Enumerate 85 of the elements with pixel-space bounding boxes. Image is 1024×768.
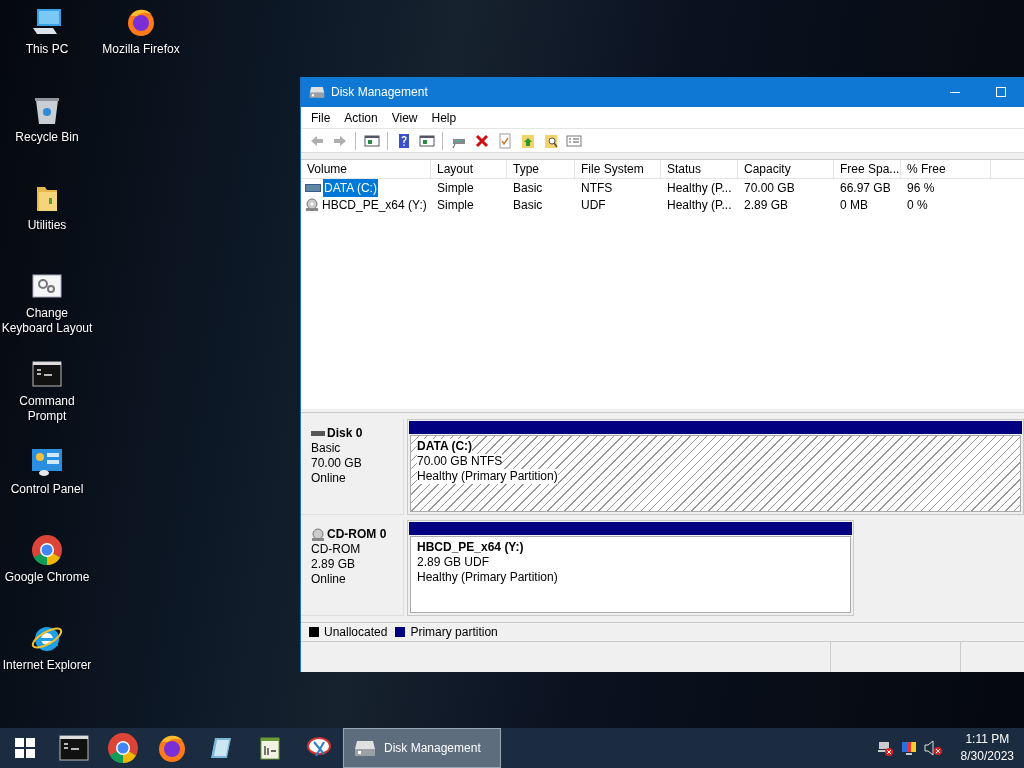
disk-label-panel[interactable]: Disk 0 Basic 70.00 GB Online: [301, 419, 404, 515]
checked-document-icon[interactable]: [496, 132, 513, 149]
disc-icon: [311, 527, 325, 542]
disk-drive-icon: [354, 739, 376, 757]
desktop-icon-label[interactable]: Internet Explorer: [2, 658, 92, 673]
chrome-icon: [106, 732, 139, 764]
partition-status: Healthy (Primary Partition): [417, 570, 558, 585]
disk-info: Online: [311, 572, 347, 587]
windows-logo-icon: [14, 738, 35, 758]
partition-area[interactable]: HBCD_PE_x64 (Y:) 2.89 GB UDF Healthy (Primary Partition): [410, 536, 851, 613]
settings-window-icon[interactable]: [32, 274, 62, 298]
table-cell-text: NTFS: [580, 179, 614, 197]
folder-up-icon[interactable]: [519, 132, 536, 149]
notepad-icon: [208, 736, 233, 760]
command-prompt-icon: [58, 735, 89, 761]
partition-block[interactable]: DATA (C:) 70.00 GB NTFS Healthy (Primary Partition): [407, 419, 1024, 515]
checklist-icon[interactable]: [565, 132, 582, 149]
taskbar-button[interactable]: Disk Management: [343, 728, 501, 768]
control-panel-icon[interactable]: [31, 447, 63, 477]
table-cell-text: Basic: [512, 196, 544, 214]
table-cell-text: 2.89 GB: [743, 196, 790, 214]
partition-status: Healthy (Primary Partition): [417, 469, 558, 484]
window-title: Disk Management: [331, 84, 429, 101]
display-color-icon[interactable]: [900, 740, 917, 756]
network-error-icon[interactable]: [876, 740, 893, 756]
table-cell-text: UDF: [580, 196, 607, 214]
legend-label: Primary partition: [410, 624, 498, 641]
panel-icon[interactable]: [363, 132, 380, 149]
desktop-icon-label[interactable]: Google Chrome: [4, 570, 90, 585]
menu-item[interactable]: File: [304, 108, 338, 127]
clock[interactable]: 1:11 PM 8/30/2023: [950, 731, 1024, 765]
table-cell-text: Basic: [512, 179, 544, 197]
partition-block[interactable]: HBCD_PE_x64 (Y:) 2.89 GB UDF Healthy (Primary Partition): [407, 520, 854, 616]
column-header[interactable]: Free Spa...: [834, 160, 901, 178]
table-cell-text: 70.00 GB: [743, 179, 796, 197]
panel-icon[interactable]: [418, 132, 435, 149]
menu-item[interactable]: Action: [337, 108, 385, 127]
command-prompt-icon[interactable]: [32, 361, 62, 387]
table-cell-text: Healthy (P...: [666, 179, 733, 197]
column-header[interactable]: Capacity: [738, 160, 834, 178]
desktop-icon-label[interactable]: Change Keyboard Layout: [0, 306, 94, 336]
legend-label: Unallocated: [324, 624, 388, 641]
desktop-icon-label[interactable]: Utilities: [27, 218, 67, 233]
table-cell-text: 66.97 GB: [839, 179, 892, 197]
disk-info: Online: [311, 471, 347, 486]
table-cell-text: Simple: [436, 179, 475, 197]
disk-name: CD-ROM 0: [327, 527, 387, 542]
column-header[interactable]: Layout: [431, 160, 507, 178]
disk-info: CD-ROM: [311, 542, 362, 557]
column-header[interactable]: File System: [575, 160, 661, 178]
disk-info: 70.00 GB: [311, 456, 363, 471]
delete-icon[interactable]: [473, 132, 490, 149]
disk-info: Basic: [311, 441, 342, 456]
table-cell-text: 0 %: [906, 196, 929, 214]
chrome-icon[interactable]: [31, 534, 63, 566]
column-header[interactable]: % Free: [901, 160, 991, 178]
table-cell-text: 0 MB: [839, 196, 869, 214]
desktop-icon-label[interactable]: Command Prompt: [0, 394, 94, 424]
volume-muted-icon[interactable]: [923, 740, 942, 756]
partition-name: HBCD_PE_x64 (Y:): [417, 540, 524, 555]
drive-icon: [311, 429, 325, 438]
volume-name[interactable]: HBCD_PE_x64 (Y:): [321, 195, 428, 214]
folder-search-icon[interactable]: [542, 132, 559, 149]
table-cell-text: Simple: [436, 196, 475, 214]
menu-item[interactable]: Help: [424, 108, 464, 127]
disk-info: 2.89 GB: [311, 557, 357, 572]
desktop-icon-label[interactable]: Control Panel: [10, 482, 84, 497]
partition-area[interactable]: DATA (C:) 70.00 GB NTFS Healthy (Primary Partition): [410, 435, 1021, 512]
partition-info: 70.00 GB NTFS: [417, 454, 503, 469]
column-header[interactable]: Volume: [301, 160, 431, 178]
disc-icon: [305, 197, 319, 212]
desktop-icon-label[interactable]: This PC: [25, 42, 69, 57]
menu-item[interactable]: View: [384, 108, 425, 127]
desktop-icon-label[interactable]: Mozilla Firefox: [102, 42, 180, 57]
table-cell-text: 96 %: [906, 179, 936, 197]
drive-icon: [305, 182, 321, 193]
disk-name: Disk 0: [327, 426, 363, 441]
disk-label-panel[interactable]: CD-ROM 0 CD-ROM 2.89 GB Online: [301, 520, 404, 616]
notepad-icon: [257, 736, 282, 760]
partition-name: DATA (C:): [417, 439, 473, 454]
table-cell-text: Healthy (P...: [666, 196, 733, 214]
column-header[interactable]: Type: [507, 160, 575, 178]
recycle-bin-icon[interactable]: [33, 95, 61, 125]
desktop-icon-label[interactable]: Recycle Bin: [15, 130, 79, 145]
column-header[interactable]: Status: [661, 160, 738, 178]
